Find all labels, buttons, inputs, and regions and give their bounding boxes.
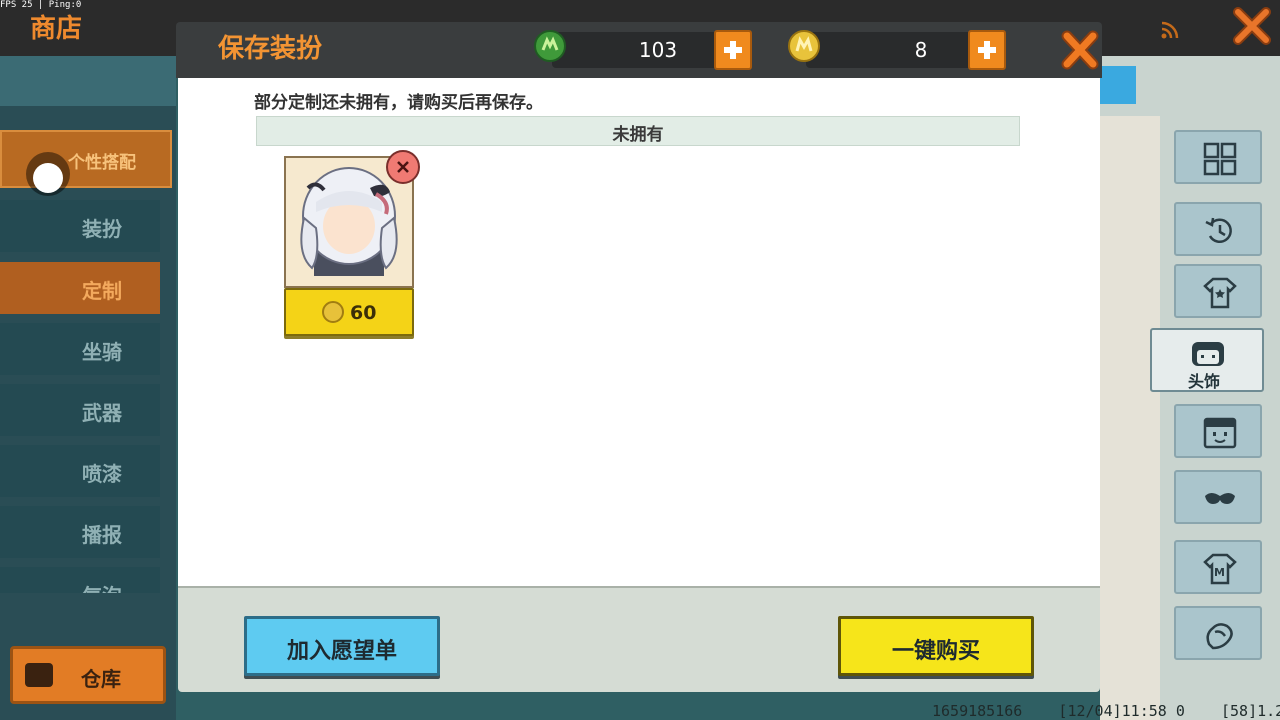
- history-icon: [1205, 217, 1232, 243]
- preview-column: [1100, 116, 1160, 720]
- sidebar-item-label: 定制: [82, 279, 122, 303]
- unowned-section-label: 未拥有: [612, 125, 664, 145]
- warehouse-icon: [25, 663, 53, 687]
- grid-icon: [1203, 142, 1237, 176]
- category-headwear-label: 头饰: [1188, 372, 1221, 391]
- add-gems-button[interactable]: [714, 30, 752, 70]
- unowned-section-bar: 未拥有: [256, 116, 1020, 146]
- outfit-icon: [1203, 277, 1237, 309]
- dialog-header: 保存装扮 103 8: [176, 22, 1102, 78]
- buy-all-button[interactable]: 一键购买: [838, 616, 1034, 676]
- warehouse-button[interactable]: 仓库: [10, 646, 166, 704]
- dialog-footer: 加入愿望单 一键购买: [178, 586, 1100, 692]
- sidebar-item-label: 装扮: [82, 217, 122, 241]
- version-info: 1659185166 [12/04]11:58 0 [58]1.20.10: [932, 702, 1280, 720]
- sidebar-item-spray[interactable]: 喷漆: [0, 445, 160, 497]
- sidebar-item-mount[interactable]: 坐骑: [0, 323, 160, 375]
- category-headwear-button[interactable]: 头饰: [1150, 328, 1264, 392]
- sidebar-item-custom[interactable]: 定制: [0, 262, 160, 314]
- add-to-wishlist-button[interactable]: 加入愿望单: [244, 616, 440, 676]
- svg-text:M: M: [1214, 566, 1225, 579]
- sidebar-item-label: 坐骑: [82, 340, 122, 364]
- category-mask-button[interactable]: [1174, 470, 1262, 524]
- category-shirt-button[interactable]: M: [1174, 540, 1262, 594]
- dialog-close-icon[interactable]: [1060, 28, 1100, 72]
- category-face-button[interactable]: [1174, 404, 1262, 458]
- right-panel-tab[interactable]: [1100, 66, 1136, 104]
- add-coins-button[interactable]: [968, 30, 1006, 70]
- sidebar-item-label: 武器: [82, 401, 122, 425]
- item-price-button[interactable]: 60: [284, 288, 414, 336]
- wishlist-button-label: 加入愿望单: [286, 639, 397, 664]
- mask-icon: [1205, 493, 1235, 504]
- dialog-title: 保存装扮: [218, 34, 323, 64]
- sidebar-top-strip: [0, 56, 176, 106]
- close-icon: [397, 161, 409, 173]
- sidebar-item-weapon[interactable]: 武器: [0, 384, 160, 436]
- unowned-notice: 部分定制还未拥有，请购买后再保存。: [254, 93, 543, 113]
- glove-icon: [1206, 623, 1233, 650]
- category-outfit-button[interactable]: [1174, 264, 1262, 318]
- face-icon: [1203, 417, 1237, 449]
- rss-icon[interactable]: [1160, 20, 1180, 40]
- remove-item-button[interactable]: [386, 150, 420, 184]
- category-glove-button[interactable]: [1174, 606, 1262, 660]
- category-all-button[interactable]: [1174, 130, 1262, 184]
- item-price: 60: [350, 302, 377, 324]
- sidebar-section-label: 个性搭配: [68, 153, 136, 173]
- shop-title: 商店: [30, 14, 83, 44]
- sidebar-item-label: 气泡: [82, 580, 122, 593]
- sidebar-item-label: 喷漆: [82, 462, 122, 486]
- sidebar-item-label: 播报: [82, 523, 122, 547]
- shop-close-icon[interactable]: [1232, 6, 1272, 46]
- sidebar-item-bubble[interactable]: 气泡: [0, 567, 160, 593]
- sidebar-item-broadcast[interactable]: 播报: [0, 506, 160, 558]
- category-history-button[interactable]: [1174, 202, 1262, 256]
- hair-icon: [1192, 342, 1224, 366]
- dialog-body: 部分定制还未拥有，请购买后再保存。 未拥有 60: [178, 78, 1100, 586]
- shirt-icon: M: [1203, 553, 1237, 585]
- warehouse-label: 仓库: [81, 667, 121, 691]
- sidebar-item-outfit[interactable]: 装扮: [0, 200, 160, 252]
- buy-all-button-label: 一键购买: [891, 639, 980, 664]
- gold-coin-icon: [322, 301, 344, 323]
- virtual-joystick[interactable]: [26, 152, 70, 196]
